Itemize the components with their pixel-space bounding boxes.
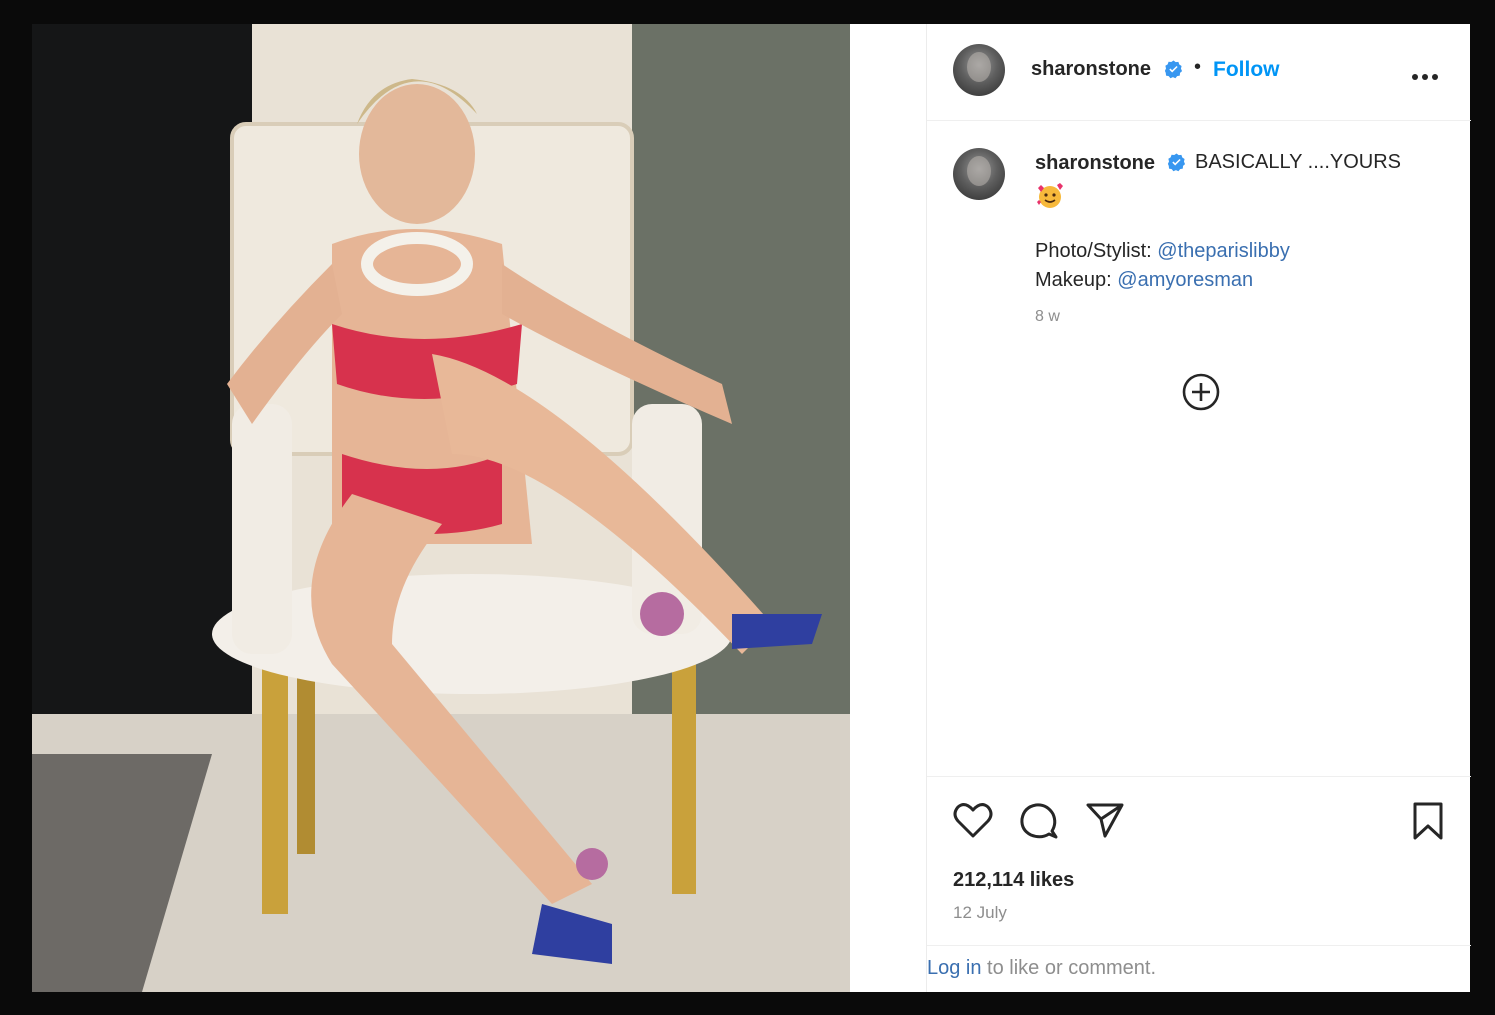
heart-icon[interactable]	[953, 801, 993, 844]
header-username[interactable]: sharonstone	[1031, 58, 1151, 81]
verified-icon	[1164, 60, 1183, 81]
mention-link[interactable]: @theparislibby	[1157, 240, 1290, 262]
caption-credit-makeup: Makeup: @amyoresman	[1035, 269, 1253, 292]
credit-label: Photo/Stylist:	[1035, 240, 1158, 262]
verified-icon	[1167, 153, 1186, 174]
login-prompt-text: to like or comment.	[981, 957, 1157, 979]
caption-username[interactable]: sharonstone	[1035, 152, 1155, 175]
separator-dot: •	[1194, 56, 1202, 78]
caption-credit-photo: Photo/Stylist: @theparislibby	[1035, 240, 1290, 263]
login-prompt: Log in to like or comment.	[927, 957, 1156, 980]
caption-timestamp[interactable]: 8 w	[1035, 308, 1060, 326]
photo-illustration	[32, 24, 850, 992]
post-side-panel: sharonstone • Follow sharonstone BASICAL…	[850, 24, 1471, 992]
comment-icon[interactable]	[1019, 801, 1059, 846]
chair-arm	[232, 404, 292, 654]
bookmark-icon[interactable]	[1411, 801, 1445, 846]
caption-text: BASICALLY ....YOURS	[1195, 151, 1402, 173]
post-modal: sharonstone • Follow sharonstone BASICAL…	[32, 24, 1471, 992]
smiling-face-with-hearts-emoji	[1035, 182, 1065, 210]
caption-avatar[interactable]	[953, 148, 1005, 200]
post-actions: 212,114 likes 12 July	[927, 776, 1471, 946]
panel-content: sharonstone • Follow sharonstone BASICAL…	[926, 24, 1471, 992]
post-photo[interactable]	[32, 24, 850, 992]
follow-button[interactable]: Follow	[1213, 58, 1280, 82]
likes-count[interactable]: 212,114 likes	[953, 869, 1074, 892]
head	[359, 84, 475, 224]
chair-leg	[672, 664, 696, 894]
chair-leg	[262, 664, 288, 914]
add-comments-icon[interactable]	[1181, 372, 1221, 417]
chair-leg	[297, 664, 315, 854]
credit-label: Makeup:	[1035, 269, 1118, 291]
share-icon[interactable]	[1085, 801, 1125, 844]
mention-link[interactable]: @amyoresman	[1117, 269, 1253, 291]
shoe-flower	[576, 848, 608, 880]
post-date: 12 July	[953, 903, 1007, 922]
panel-spacer	[850, 24, 926, 992]
shoe-right	[732, 614, 822, 649]
more-icon[interactable]	[1411, 68, 1439, 86]
shoe-flower	[640, 592, 684, 636]
avatar[interactable]	[953, 44, 1005, 96]
post-header: sharonstone • Follow	[927, 24, 1471, 121]
login-link[interactable]: Log in	[927, 957, 982, 979]
